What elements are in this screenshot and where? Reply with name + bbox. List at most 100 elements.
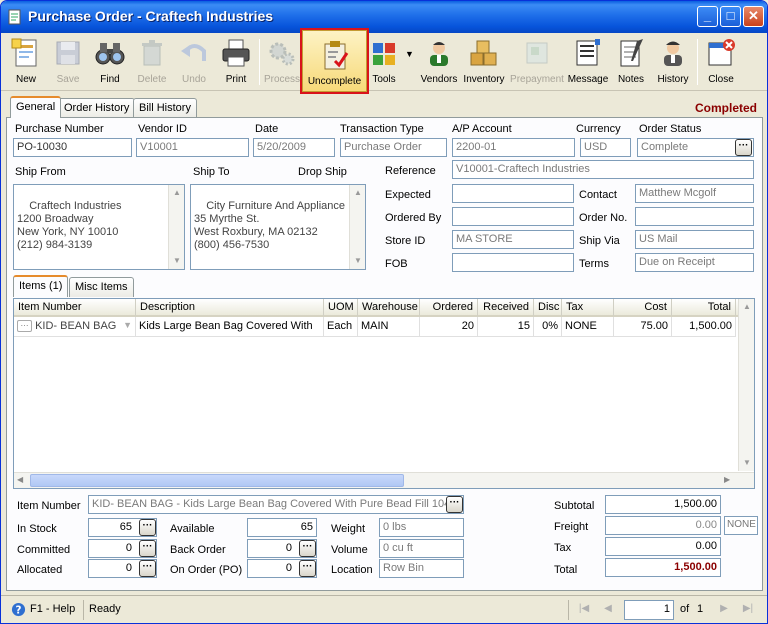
currency-label: Currency (576, 123, 621, 135)
uncomplete-button[interactable]: Uncomplete (300, 28, 369, 94)
uom-cell[interactable]: Each (324, 317, 358, 337)
total-cell[interactable]: 1,500.00 (672, 317, 736, 337)
grid-horizontal-scrollbar[interactable]: ◀ ▶ (14, 472, 754, 488)
allocated-lookup-button[interactable]: ··· (139, 560, 156, 577)
order-status-lookup-button[interactable]: ··· (735, 139, 752, 156)
purchase-number-field[interactable]: PO-10030 (13, 138, 132, 157)
scrollbar-thumb[interactable] (30, 474, 404, 487)
tab-bill-history[interactable]: Bill History (133, 98, 197, 118)
close-window-button[interactable]: ✕ (743, 6, 764, 27)
currency-field[interactable]: USD (580, 138, 631, 157)
column-header-ordered[interactable]: Ordered (420, 299, 478, 317)
tab-items[interactable]: Items (1) (13, 275, 69, 297)
freight-field[interactable]: 0.00 (605, 516, 721, 535)
expected-field[interactable] (452, 184, 574, 203)
history-button[interactable]: History (653, 35, 693, 89)
column-header-warehouse[interactable]: Warehouse (358, 299, 420, 317)
terms-field[interactable]: Due on Receipt (635, 253, 754, 272)
prepayment-button[interactable]: Prepayment (509, 35, 565, 89)
print-button[interactable]: Print (217, 35, 255, 89)
cost-cell[interactable]: 75.00 (614, 317, 672, 337)
delete-button[interactable]: Delete (133, 35, 171, 89)
column-header-item-number[interactable]: Item Number (14, 299, 136, 317)
undo-button[interactable]: Undo (175, 35, 213, 89)
in-stock-label: In Stock (17, 523, 57, 535)
committed-lookup-button[interactable]: ··· (139, 540, 156, 557)
tax-field[interactable]: 0.00 (605, 537, 721, 556)
subtotal-field[interactable]: 1,500.00 (605, 495, 721, 514)
column-header-cost[interactable]: Cost (614, 299, 672, 317)
column-header-total[interactable]: Total (672, 299, 736, 317)
find-button[interactable]: Find (91, 35, 129, 89)
freight-code-field[interactable]: NONE (724, 516, 758, 535)
notes-button[interactable]: Notes (612, 35, 650, 89)
in-stock-lookup-button[interactable]: ··· (139, 519, 156, 536)
inventory-button[interactable]: Inventory (461, 35, 507, 89)
page-number-field[interactable]: 1 (624, 600, 674, 620)
previous-page-button[interactable]: ◀ (601, 603, 615, 617)
column-header-description[interactable]: Description (136, 299, 324, 317)
volume-field[interactable]: 0 cu ft (379, 539, 464, 558)
transaction-type-field[interactable]: Purchase Order (340, 138, 447, 157)
close-button[interactable]: Close (703, 35, 739, 89)
received-cell[interactable]: 15 (478, 317, 534, 337)
first-page-button[interactable]: |◀ (577, 603, 591, 617)
disc-cell[interactable]: 0% (534, 317, 562, 337)
ship-from-address[interactable]: Craftech Industries 1200 Broadway New Yo… (13, 184, 185, 270)
column-header-disc[interactable]: Disc (534, 299, 562, 317)
ship-to-address[interactable]: City Furniture And Appliance 35 Myrthe S… (190, 184, 366, 270)
maximize-button[interactable]: □ (720, 6, 741, 27)
next-page-button[interactable]: ▶ (717, 603, 731, 617)
new-button[interactable]: New (7, 35, 45, 89)
column-header-tax[interactable]: Tax (562, 299, 614, 317)
help-text[interactable]: F1 - Help (30, 603, 75, 615)
tab-order-history[interactable]: Order History (58, 98, 136, 118)
toolbox-icon (373, 43, 395, 65)
description-cell[interactable]: Kids Large Bean Bag Covered With (136, 317, 324, 337)
ap-account-field[interactable]: 2200-01 (452, 138, 575, 157)
available-field[interactable]: 65 (247, 518, 317, 537)
save-button[interactable]: Save (49, 35, 87, 89)
date-field[interactable]: 5/20/2009 (253, 138, 335, 157)
process-button[interactable]: Process (263, 35, 301, 89)
vendor-id-field[interactable]: V10001 (136, 138, 249, 157)
message-button[interactable]: Message (567, 35, 609, 89)
tab-general[interactable]: General (10, 96, 62, 118)
back-order-lookup-button[interactable]: ··· (299, 540, 316, 557)
title-bar[interactable]: Purchase Order - Craftech Industries _ □… (1, 1, 767, 33)
items-grid[interactable]: Item Number Description UOM Warehouse Or… (13, 298, 755, 489)
order-no-field[interactable] (635, 207, 754, 226)
ellipsis-icon[interactable]: ··· (17, 320, 32, 333)
last-page-button[interactable]: ▶| (741, 603, 755, 617)
minimize-button[interactable]: _ (697, 6, 718, 27)
tab-misc-items[interactable]: Misc Items (69, 277, 134, 297)
tax-cell[interactable]: NONE (562, 317, 614, 337)
on-order-lookup-button[interactable]: ··· (299, 560, 316, 577)
chevron-down-icon[interactable]: ▼ (123, 320, 132, 330)
ship-via-field[interactable]: US Mail (635, 230, 754, 249)
column-header-received[interactable]: Received (478, 299, 534, 317)
fob-field[interactable] (452, 253, 574, 272)
column-header-uom[interactable]: UOM (324, 299, 358, 317)
ship-from-scrollbar[interactable]: ▲ ▼ (168, 185, 184, 269)
item-lookup-button[interactable]: ··· (446, 496, 463, 513)
reference-field[interactable]: V10001-Craftech Industries (452, 160, 754, 179)
contact-field[interactable]: Matthew Mcgolf (635, 184, 754, 203)
store-id-field[interactable]: MA STORE (452, 230, 574, 249)
ordered-cell[interactable]: 20 (420, 317, 478, 337)
total-field[interactable]: 1,500.00 (605, 558, 721, 577)
weight-field[interactable]: 0 lbs (379, 518, 464, 537)
item-number-info-field[interactable]: KID- BEAN BAG - Kids Large Bean Bag Cove… (88, 495, 464, 514)
item-number-cell[interactable]: ··· KID- BEAN BAG ▼ (14, 317, 136, 337)
help-icon[interactable]: ? (11, 602, 26, 617)
ordered-by-field[interactable] (452, 207, 574, 226)
warehouse-cell[interactable]: MAIN (358, 317, 420, 337)
grid-vertical-scrollbar[interactable]: ▲ ▼ (738, 299, 754, 471)
location-field[interactable]: Row Bin (379, 559, 464, 578)
save-disk-icon (56, 41, 80, 65)
undo-arrow-icon (181, 44, 206, 61)
tools-dropdown-arrow[interactable]: ▼ (405, 49, 414, 59)
ship-to-scrollbar[interactable]: ▲ ▼ (349, 185, 365, 269)
vendors-button[interactable]: Vendors (419, 35, 459, 89)
tools-button[interactable]: Tools (369, 35, 399, 89)
